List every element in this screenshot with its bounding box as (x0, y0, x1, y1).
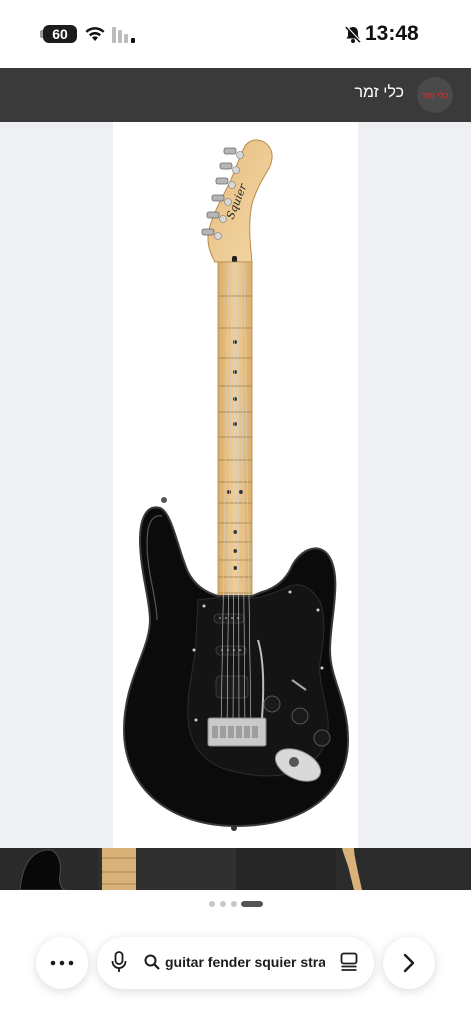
thumbnail-1[interactable] (0, 848, 98, 890)
wifi-icon (85, 27, 105, 41)
carousel-dot[interactable] (231, 901, 237, 907)
address-bar[interactable]: guitar fender squier strat (97, 937, 374, 989)
carousel-dot[interactable] (209, 901, 215, 907)
forward-icon (403, 953, 415, 973)
status-bar: 60 13:48 (0, 0, 471, 68)
thumbnail-2[interactable] (98, 848, 236, 890)
site-title[interactable]: כלי זמר (354, 84, 404, 102)
silent-bell-icon (345, 25, 361, 43)
guitar-image[interactable]: Squier (113, 122, 358, 848)
logo-text: כלי זמר (421, 90, 449, 100)
thumbnail-3[interactable] (236, 848, 336, 890)
clock-time: 13:48 (365, 22, 419, 45)
site-header: כלי זמר (0, 68, 471, 122)
battery-indicator: 60 (43, 25, 77, 43)
address-text[interactable]: guitar fender squier strat (165, 954, 325, 970)
thumbnail-4[interactable] (336, 848, 471, 890)
carousel-dot-active[interactable] (241, 901, 263, 907)
site-logo[interactable]: כלי זמר (417, 77, 453, 113)
cellular-signal-icon (112, 27, 135, 43)
search-icon (144, 954, 160, 970)
more-button[interactable] (36, 937, 88, 989)
more-icon (50, 960, 74, 966)
carousel-dot[interactable] (220, 901, 226, 907)
tabs-icon[interactable] (340, 952, 358, 972)
thumbnail-strip[interactable] (0, 848, 471, 890)
forward-button[interactable] (383, 937, 435, 989)
microphone-icon[interactable] (111, 951, 127, 973)
